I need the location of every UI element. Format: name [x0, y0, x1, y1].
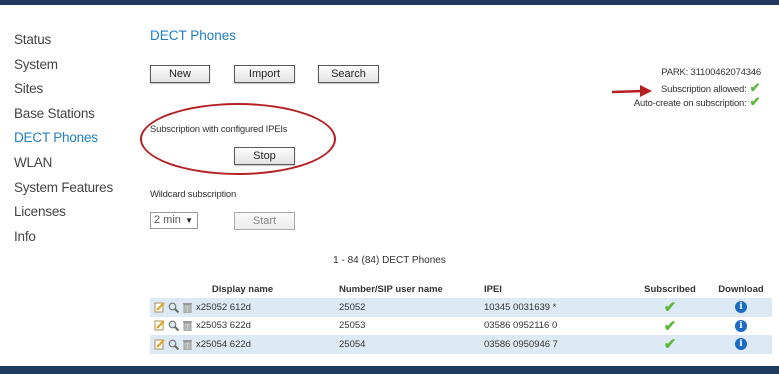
subscribed-cell: ✔: [630, 335, 710, 354]
number-cell: 25052: [335, 298, 480, 317]
column-header-number: Number/SIP user name: [339, 283, 443, 295]
column-header-download: Download: [718, 283, 764, 295]
info-icon[interactable]: i: [735, 301, 747, 314]
checkmark-icon: ✔: [663, 299, 677, 317]
number-cell: 25054: [335, 335, 480, 354]
import-button[interactable]: Import: [234, 65, 295, 83]
sidebar-item-info[interactable]: Info: [14, 225, 113, 250]
sidebar-item-sites[interactable]: Sites: [14, 77, 113, 102]
column-header-ipei: IPEI: [484, 283, 502, 295]
sidebar-item-licenses[interactable]: Licenses: [14, 200, 113, 225]
dect-phones-table: Display name Number/SIP user name IPEI S…: [150, 280, 772, 354]
display-name-cell: x25053 622d: [150, 317, 335, 336]
wildcard-duration-value: 2 min: [154, 214, 181, 226]
display-name-cell: x25054 622d: [150, 335, 335, 354]
display-name-cell: x25052 612d: [150, 298, 335, 317]
subscribed-cell: ✔: [630, 317, 710, 336]
trash-icon[interactable]: [182, 339, 193, 350]
number-cell: 25053: [339, 320, 366, 332]
info-icon[interactable]: i: [735, 319, 747, 332]
download-cell: i: [710, 335, 772, 354]
magnifier-icon[interactable]: [168, 339, 179, 350]
display-name-text: x25054 622d: [196, 338, 251, 350]
subscription-allowed-row: Subscription allowed: ✔: [634, 79, 761, 96]
checkmark-icon: ✔: [749, 79, 761, 95]
checkmark-icon: ✔: [749, 94, 761, 110]
info-icon[interactable]: i: [735, 338, 747, 351]
column-header-subscribed: Subscribed: [644, 283, 696, 295]
trash-icon[interactable]: [182, 320, 193, 332]
sidebar-item-wlan[interactable]: WLAN: [14, 151, 113, 176]
bottom-frame-bar: [0, 366, 779, 374]
edit-icon[interactable]: [154, 302, 165, 313]
auto-create-label: Auto-create on subscription:: [633, 98, 747, 110]
download-cell: i: [710, 298, 772, 317]
edit-icon[interactable]: [154, 339, 165, 350]
trash-icon[interactable]: [182, 302, 193, 313]
ipei-cell: 03586 0952116 0: [484, 320, 558, 332]
dropdown-arrow-icon: ▼: [185, 216, 193, 225]
sidebar-item-system[interactable]: System: [14, 53, 113, 78]
column-header-display-name: Display name: [211, 283, 274, 295]
new-button[interactable]: New: [150, 65, 210, 83]
wildcard-duration-select[interactable]: 2 min ▼: [150, 212, 198, 229]
sidebar-item-dect-phones[interactable]: DECT Phones: [14, 126, 113, 151]
top-frame-bar: [0, 0, 779, 5]
search-button[interactable]: Search: [318, 65, 379, 83]
sidebar-nav: Status System Sites Base Stations DECT P…: [14, 28, 113, 249]
subscribed-cell: ✔: [630, 298, 710, 317]
sidebar-item-status[interactable]: Status: [14, 28, 113, 53]
edit-icon[interactable]: [154, 320, 165, 331]
checkmark-icon: ✔: [663, 317, 677, 335]
stop-button[interactable]: Stop: [234, 147, 295, 165]
subscription-allowed-label: Subscription allowed:: [660, 83, 747, 95]
table-row: x25053 622d 25053 03586 0952116 0 ✔ i: [150, 317, 772, 336]
subscription-status-panel: PARK: 31100462074346 Subscription allowe…: [634, 66, 761, 110]
park-label: PARK: 31100462074346: [661, 67, 761, 78]
start-button[interactable]: Start: [234, 212, 295, 230]
auto-create-row: Auto-create on subscription: ✔: [634, 95, 761, 110]
checkmark-icon: ✔: [663, 336, 677, 354]
magnifier-icon[interactable]: [168, 320, 179, 332]
ipei-cell: 10345 0031639 *: [480, 298, 630, 317]
sidebar-item-system-features[interactable]: System Features: [14, 176, 113, 201]
subscription-configured-label: Subscription with configured IPEIs: [150, 124, 288, 135]
table-row: x25052 612d 25052 10345 0031639 * ✔ i: [150, 298, 772, 317]
table-row: x25054 622d 25054 03586 0950946 7 ✔ i: [150, 335, 772, 354]
display-name-text: x25052 612d: [196, 301, 251, 313]
table-header-row: Display name Number/SIP user name IPEI S…: [150, 280, 772, 298]
download-cell: i: [710, 317, 772, 336]
display-name-text: x25053 622d: [196, 320, 251, 332]
ipei-cell: 03586 0950946 7: [480, 335, 630, 354]
magnifier-icon[interactable]: [168, 302, 179, 313]
wildcard-subscription-label: Wildcard subscription: [150, 189, 237, 200]
sidebar-item-base-stations[interactable]: Base Stations: [14, 102, 113, 127]
page-title: DECT Phones: [150, 28, 237, 43]
table-caption: 1 - 84 (84) DECT Phones: [333, 255, 446, 266]
